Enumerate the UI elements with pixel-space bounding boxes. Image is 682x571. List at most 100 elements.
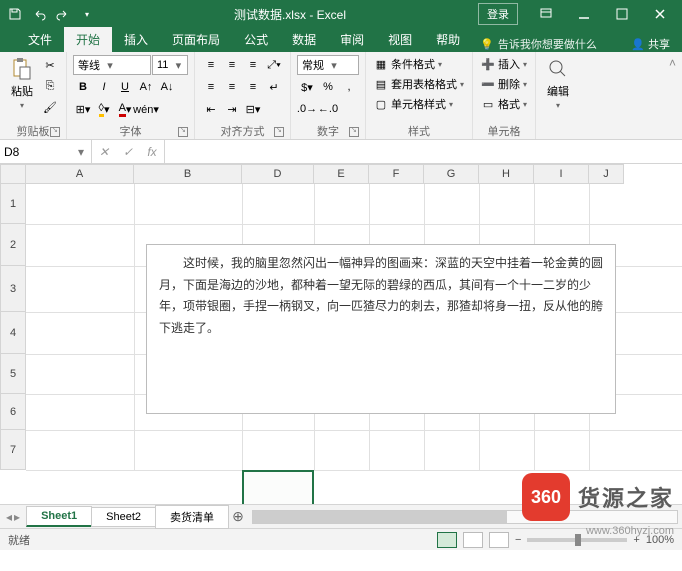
sheet-tab[interactable]: Sheet2 <box>91 507 156 527</box>
format-cells-button[interactable]: ▭格式▾ <box>479 95 529 113</box>
tab-formulas[interactable]: 公式 <box>232 27 280 52</box>
align-bottom-icon[interactable]: ≡ <box>243 55 263 75</box>
align-left-icon[interactable]: ≡ <box>201 77 221 97</box>
col-header[interactable]: D <box>242 164 314 184</box>
sheet-tab[interactable]: Sheet1 <box>26 506 92 527</box>
maximize-icon[interactable] <box>604 0 640 28</box>
align-launcher-icon[interactable] <box>274 127 284 137</box>
font-launcher-icon[interactable] <box>178 127 188 137</box>
fx-icon[interactable]: fx <box>140 145 164 159</box>
col-header[interactable]: E <box>314 164 369 184</box>
cancel-edit-icon[interactable]: ✕ <box>92 145 116 159</box>
indent-decrease-icon[interactable]: ⇤ <box>201 99 221 119</box>
phonetic-icon[interactable]: wén▾ <box>136 99 156 119</box>
col-header[interactable]: A <box>26 164 134 184</box>
text-box[interactable]: 这时候，我的脑里忽然闪出一幅神异的图画来：深蓝的天空中挂着一轮金黄的圆月，下面是… <box>146 244 616 414</box>
delete-cells-button[interactable]: ➖删除▾ <box>479 75 529 93</box>
normal-view-icon[interactable] <box>437 532 457 548</box>
font-size-combo[interactable]: 11▾ <box>152 55 188 75</box>
comma-icon[interactable]: , <box>339 77 359 97</box>
col-header[interactable]: F <box>369 164 424 184</box>
row-header[interactable]: 6 <box>0 394 26 430</box>
name-box[interactable]: ▾ <box>0 140 92 163</box>
col-header[interactable]: H <box>479 164 534 184</box>
fill-color-icon[interactable]: ◊▾ <box>94 99 114 119</box>
undo-icon[interactable] <box>28 3 50 25</box>
sheet-nav-prev-icon[interactable]: ◂ <box>6 510 12 524</box>
confirm-edit-icon[interactable]: ✓ <box>116 145 140 159</box>
tab-home[interactable]: 开始 <box>64 27 112 52</box>
tab-insert[interactable]: 插入 <box>112 27 160 52</box>
merge-cells-icon[interactable]: ⊟▾ <box>243 99 263 119</box>
copy-icon[interactable]: ⎘ <box>40 76 60 96</box>
font-color-icon[interactable]: A▾ <box>115 99 135 119</box>
add-sheet-icon[interactable]: ⊕ <box>228 508 248 525</box>
page-break-view-icon[interactable] <box>489 532 509 548</box>
clipboard-launcher-icon[interactable] <box>50 127 60 137</box>
zoom-slider[interactable] <box>527 538 627 542</box>
close-icon[interactable] <box>642 0 678 28</box>
cell-styles-button[interactable]: ▢单元格样式▾ <box>372 95 455 113</box>
minimize-icon[interactable] <box>566 0 602 28</box>
col-header[interactable]: B <box>134 164 242 184</box>
italic-button[interactable]: I <box>94 77 114 97</box>
align-center-icon[interactable]: ≡ <box>222 77 242 97</box>
qat-customize-icon[interactable]: ▾ <box>76 3 98 25</box>
decrease-decimal-icon[interactable]: ←.0 <box>318 99 338 119</box>
tell-me[interactable]: 💡 告诉我你想要做什么 <box>480 36 597 52</box>
zoom-out-icon[interactable]: − <box>515 534 521 546</box>
cells-area[interactable]: 这时候，我的脑里忽然闪出一幅神异的图画来：深蓝的天空中挂着一轮金黄的圆月，下面是… <box>26 184 682 470</box>
row-header[interactable]: 5 <box>0 354 26 394</box>
tab-layout[interactable]: 页面布局 <box>160 27 232 52</box>
currency-icon[interactable]: $▾ <box>297 77 317 97</box>
orientation-icon[interactable]: ⤢▾ <box>264 55 284 75</box>
cut-icon[interactable]: ✂ <box>40 55 60 75</box>
number-format-combo[interactable]: 常规▾ <box>297 55 359 75</box>
ribbon-options-icon[interactable] <box>528 0 564 28</box>
insert-cells-button[interactable]: ➕插入▾ <box>479 55 529 73</box>
number-launcher-icon[interactable] <box>349 127 359 137</box>
indent-increase-icon[interactable]: ⇥ <box>222 99 242 119</box>
redo-icon[interactable] <box>52 3 74 25</box>
conditional-format-button[interactable]: ▦条件格式▾ <box>372 55 444 73</box>
grow-font-icon[interactable]: A↑ <box>136 77 156 97</box>
row-header[interactable]: 4 <box>0 312 26 354</box>
font-name-combo[interactable]: 等线▾ <box>73 55 151 75</box>
sheet-nav-next-icon[interactable]: ▸ <box>14 510 20 524</box>
name-box-input[interactable] <box>4 145 75 159</box>
select-all-corner[interactable] <box>0 164 26 184</box>
percent-icon[interactable]: % <box>318 77 338 97</box>
row-header[interactable]: 7 <box>0 430 26 470</box>
tab-view[interactable]: 视图 <box>376 27 424 52</box>
tab-file[interactable]: 文件 <box>16 27 64 52</box>
col-header[interactable]: I <box>534 164 589 184</box>
row-header[interactable]: 2 <box>0 224 26 266</box>
shrink-font-icon[interactable]: A↓ <box>157 77 177 97</box>
tab-data[interactable]: 数据 <box>280 27 328 52</box>
increase-decimal-icon[interactable]: .0→ <box>297 99 317 119</box>
name-box-dropdown-icon[interactable]: ▾ <box>75 145 87 159</box>
borders-icon[interactable]: ⊞▾ <box>73 99 93 119</box>
table-format-button[interactable]: ▤套用表格格式▾ <box>372 75 466 93</box>
wrap-text-icon[interactable]: ↵ <box>264 77 284 97</box>
row-header[interactable]: 3 <box>0 266 26 312</box>
save-icon[interactable] <box>4 3 26 25</box>
align-top-icon[interactable]: ≡ <box>201 55 221 75</box>
formula-input[interactable] <box>165 140 682 163</box>
selected-cell[interactable] <box>242 470 314 504</box>
editing-button[interactable]: 编辑 ▾ <box>542 55 574 112</box>
col-header[interactable]: J <box>589 164 624 184</box>
tab-review[interactable]: 审阅 <box>328 27 376 52</box>
row-header[interactable]: 1 <box>0 184 26 224</box>
underline-button[interactable]: U <box>115 77 135 97</box>
collapse-ribbon-icon[interactable]: ˄ <box>663 52 682 139</box>
col-header[interactable]: G <box>424 164 479 184</box>
page-layout-view-icon[interactable] <box>463 532 483 548</box>
bold-button[interactable]: B <box>73 77 93 97</box>
sheet-tab[interactable]: 卖货清单 <box>155 505 229 529</box>
tab-help[interactable]: 帮助 <box>424 27 472 52</box>
share-button[interactable]: 👤 共享 <box>631 36 670 52</box>
align-middle-icon[interactable]: ≡ <box>222 55 242 75</box>
login-button[interactable]: 登录 <box>478 3 518 25</box>
paste-button[interactable]: 粘贴 ▾ <box>6 55 38 112</box>
